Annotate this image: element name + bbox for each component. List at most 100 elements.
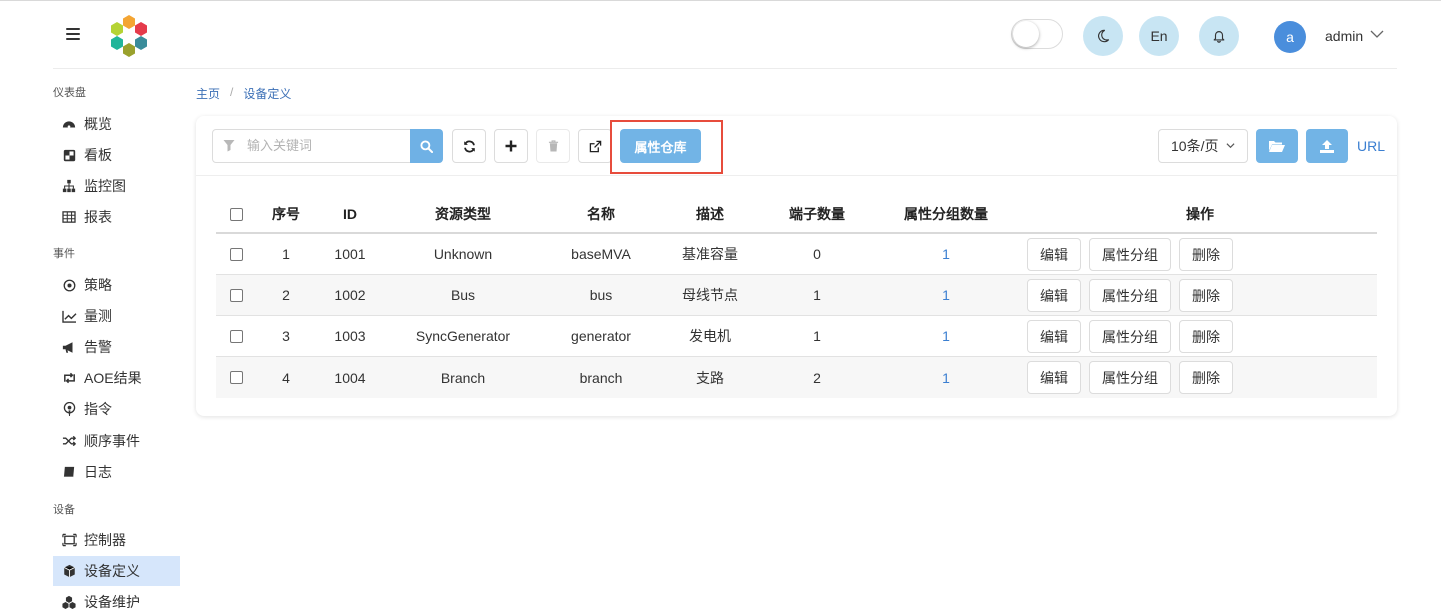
row-checkbox[interactable] — [229, 371, 243, 384]
header-index[interactable]: 序号 — [256, 196, 316, 232]
search-icon — [420, 139, 433, 153]
delete-button[interactable]: 删除 — [1179, 320, 1233, 353]
header-actions: 操作 — [1186, 206, 1214, 222]
prop-group-button[interactable]: 属性分组 — [1089, 320, 1171, 353]
cell-terminal-count: 2 — [813, 369, 821, 386]
row-checkbox[interactable] — [229, 247, 243, 261]
cell-name: baseMVA — [571, 246, 631, 262]
cell-name: bus — [589, 287, 613, 303]
cell-description: 母线节点 — [682, 287, 738, 303]
user-name[interactable]: admin — [1325, 28, 1363, 44]
external-link-icon — [589, 140, 601, 152]
open-folder-button[interactable] — [1256, 129, 1298, 163]
header-description[interactable]: 描述 — [660, 196, 760, 232]
row-checkbox[interactable] — [229, 329, 243, 343]
upload-button[interactable] — [1306, 129, 1348, 163]
sidebar-item-label: 看板 — [84, 147, 112, 163]
select-all-checkbox[interactable] — [229, 207, 243, 221]
sidebar-item-overview[interactable]: 概览 — [53, 109, 180, 139]
podcast-icon — [61, 401, 77, 417]
export-button[interactable] — [578, 129, 612, 163]
property-repository-button[interactable]: 属性仓库 — [620, 129, 701, 163]
header-terminal-count[interactable]: 端子数量 — [760, 196, 874, 232]
sidebar-item-monitor[interactable]: 监控图 — [53, 171, 180, 201]
cell-id: 1004 — [334, 369, 366, 386]
edit-button[interactable]: 编辑 — [1027, 279, 1081, 312]
cell-prop-group-count[interactable]: 1 — [874, 275, 1018, 315]
sidebar: 仪表盘 概览 看板 监控图 报表 事件 策略 量测 告警 AOE结果 指令 顺序… — [53, 71, 180, 615]
edit-button[interactable]: 编辑 — [1027, 361, 1081, 394]
cell-prop-group-count[interactable]: 1 — [874, 316, 1018, 356]
prop-group-button[interactable]: 属性分组 — [1089, 361, 1171, 394]
cell-description: 基准容量 — [682, 246, 738, 262]
refresh-button[interactable] — [452, 129, 486, 163]
search-button[interactable] — [410, 129, 443, 163]
sidebar-item-controller[interactable]: 控制器 — [53, 525, 180, 555]
cube-icon — [61, 563, 77, 579]
dark-mode-button[interactable] — [1083, 16, 1123, 56]
row-checkbox[interactable] — [229, 288, 243, 302]
search-input[interactable] — [247, 138, 407, 153]
header-prop-group-count[interactable]: 属性分组数量 — [874, 196, 1018, 232]
filter-icon — [223, 140, 235, 152]
controller-icon — [61, 532, 77, 548]
cell-prop-group-count[interactable]: 1 — [874, 234, 1018, 274]
cell-prop-group-count[interactable]: 1 — [874, 357, 1018, 398]
sidebar-item-board[interactable]: 看板 — [53, 140, 180, 170]
url-link[interactable]: URL — [1357, 138, 1385, 154]
cell-index: 2 — [282, 287, 290, 303]
sidebar-item-label: 日志 — [84, 464, 112, 480]
add-button[interactable] — [494, 129, 528, 163]
language-button[interactable]: En — [1139, 16, 1179, 56]
folder-open-icon — [1269, 141, 1285, 152]
page-size-select[interactable]: 10条/页 — [1158, 129, 1248, 163]
sidebar-item-label: 概览 — [84, 116, 112, 132]
sidebar-item-policy[interactable]: 策略 — [53, 270, 180, 300]
header-id[interactable]: ID — [316, 196, 384, 232]
sidebar-item-label: 控制器 — [84, 532, 126, 548]
sidebar-item-aoe-result[interactable]: AOE结果 — [53, 363, 180, 393]
sidebar-item-label: 顺序事件 — [84, 433, 140, 449]
sidebar-item-report[interactable]: 报表 — [53, 202, 180, 232]
breadcrumb-current: 设备定义 — [243, 87, 292, 101]
avatar[interactable]: a — [1274, 21, 1306, 53]
cell-index: 1 — [282, 246, 290, 262]
sidebar-item-sequence-events[interactable]: 顺序事件 — [53, 426, 180, 456]
prop-group-button[interactable]: 属性分组 — [1089, 279, 1171, 312]
page-size-label: 10条/页 — [1171, 138, 1219, 154]
prop-group-button[interactable]: 属性分组 — [1089, 238, 1171, 271]
edit-button[interactable]: 编辑 — [1027, 238, 1081, 271]
header-name[interactable]: 名称 — [542, 196, 660, 232]
device-table: 序号 ID 资源类型 名称 描述 端子数量 属性分组数量 操作 1 1001 U… — [216, 196, 1377, 398]
delete-button[interactable]: 删除 — [1179, 361, 1233, 394]
sidebar-item-log[interactable]: 日志 — [53, 457, 180, 487]
retweet-icon — [61, 370, 77, 386]
cell-index: 3 — [282, 328, 290, 344]
table-row: 1 1001 Unknown baseMVA 基准容量 0 1 编辑 属性分组 … — [216, 234, 1377, 275]
delete-button[interactable]: 删除 — [1179, 238, 1233, 271]
edit-button[interactable]: 编辑 — [1027, 320, 1081, 353]
sidebar-item-alarm[interactable]: 告警 — [53, 332, 180, 362]
sidebar-item-label: 监控图 — [84, 178, 126, 194]
theme-switch[interactable] — [1011, 19, 1063, 49]
breadcrumb-home[interactable]: 主页 — [196, 85, 220, 102]
dashboard-icon — [61, 116, 77, 132]
chevron-down-icon[interactable] — [1370, 29, 1384, 39]
sidebar-item-device-definition[interactable]: 设备定义 — [53, 556, 180, 586]
device-definition-card: 属性仓库 10条/页 URL 序号 ID 资源类型 名称 描述 端子数量 属性分… — [196, 116, 1397, 416]
search-box — [212, 129, 411, 163]
sidebar-item-measure[interactable]: 量测 — [53, 301, 180, 331]
plus-icon — [505, 140, 517, 152]
sidebar-item-command[interactable]: 指令 — [53, 394, 180, 424]
cell-index: 4 — [282, 369, 290, 386]
table-row: 4 1004 Branch branch 支路 2 1 编辑 属性分组 删除 — [216, 357, 1377, 398]
cell-description: 发电机 — [689, 328, 731, 344]
delete-selected-button[interactable] — [536, 129, 570, 163]
menu-toggle-icon[interactable] — [66, 28, 80, 40]
notifications-button[interactable] — [1199, 16, 1239, 56]
header-resource-type[interactable]: 资源类型 — [384, 196, 542, 232]
sidebar-item-device-maintenance[interactable]: 设备维护 — [53, 587, 180, 615]
sidebar-item-label: 报表 — [84, 209, 112, 225]
cell-id: 1002 — [334, 287, 366, 303]
delete-button[interactable]: 删除 — [1179, 279, 1233, 312]
